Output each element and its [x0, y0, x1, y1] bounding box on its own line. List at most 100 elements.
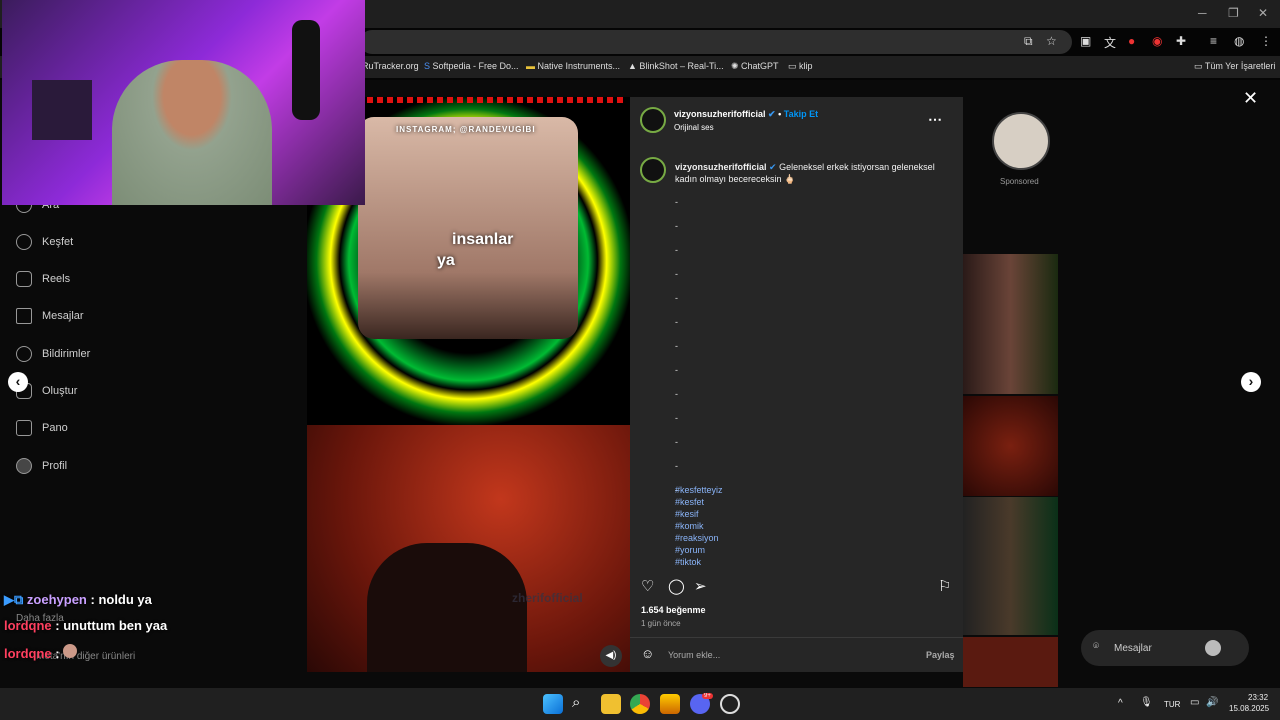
caption-username[interactable]: vizyonsuzherifofficial — [675, 162, 767, 172]
bookmark-item[interactable]: RuTracker.org — [362, 61, 419, 71]
search-icon[interactable]: ⌕ — [572, 694, 592, 714]
mute-button[interactable]: ◀) — [600, 645, 622, 667]
sidebar-item-explore[interactable]: Keşfet — [16, 234, 73, 250]
save-bookmark-icon[interactable]: ⚐ — [938, 577, 951, 595]
record-icon[interactable]: ● — [1128, 34, 1135, 48]
sidebar-item-reels[interactable]: Reels — [16, 271, 70, 287]
chevron-up-icon[interactable]: ^ — [1118, 698, 1123, 709]
video-bottom-watermark: zherifofficial — [512, 591, 583, 605]
follow-button[interactable]: Takip Et — [784, 109, 818, 119]
author-username[interactable]: vizyonsuzherifofficial ✔ • Takip Et — [674, 109, 818, 120]
caption-avatar[interactable] — [640, 157, 666, 183]
hashtag-link[interactable]: #kesfetteyiz — [675, 485, 723, 495]
hashtag-link[interactable]: #reaksiyon — [675, 533, 719, 543]
folder-icon: ▬ — [526, 61, 538, 71]
webcam-overlay — [2, 0, 365, 205]
sidebar-item-label: Reels — [42, 273, 71, 285]
address-bar[interactable] — [360, 30, 1072, 54]
install-app-icon[interactable]: ⧉ — [1024, 34, 1033, 49]
bookmark-item[interactable]: ▬ Native Instruments... — [526, 61, 620, 71]
media-control-icon[interactable]: ≡ — [1210, 34, 1217, 48]
preview-thumbnail[interactable] — [963, 637, 1058, 687]
preview-thumbnail[interactable] — [963, 497, 1058, 635]
maximize-icon[interactable]: ❐ — [1228, 6, 1239, 20]
post-time: 1 gün önce — [641, 619, 681, 628]
all-bookmarks[interactable]: ▭ Tüm Yer İşaretleri — [1194, 61, 1275, 72]
close-modal-icon[interactable]: ✕ — [1243, 88, 1258, 109]
record-stop-icon[interactable]: ◉ — [1152, 34, 1162, 48]
minimize-icon[interactable]: ─ — [1198, 6, 1207, 20]
clock-date[interactable]: 15.08.2025 — [1229, 704, 1269, 713]
mic-icon[interactable]: 🎙 — [1140, 697, 1153, 708]
bookmark-label: BlinkShot – Real-Ti... — [639, 61, 724, 71]
clock-time[interactable]: 23:32 — [1248, 693, 1268, 702]
hashtag-link[interactable]: #kesfet — [675, 497, 704, 507]
app-icon[interactable] — [720, 694, 740, 714]
chat-message: ▶⧉ zoehypen : noldu ya — [4, 592, 152, 608]
language-indicator[interactable]: TUR — [1164, 700, 1180, 709]
like-count[interactable]: 1.654 beğenme — [641, 605, 706, 615]
avatar — [1205, 640, 1221, 656]
comment-input[interactable]: Yorum ekle... — [668, 650, 720, 660]
chat-text: : noldu ya — [90, 592, 152, 607]
share-post-button[interactable]: Paylaş — [926, 650, 955, 660]
menu-dots-icon[interactable]: ⋮ — [1260, 34, 1272, 48]
comment-icon[interactable]: ◯ — [668, 577, 685, 595]
hashtag-link[interactable]: #kesif — [675, 509, 699, 519]
author-username-text: vizyonsuzherifofficial — [674, 109, 766, 119]
video-subtitle-2: ya — [437, 252, 455, 269]
app-icon[interactable] — [660, 694, 680, 714]
messages-pill[interactable]: ⌾ Mesajlar — [1081, 630, 1249, 666]
chrome-icon[interactable] — [630, 694, 650, 714]
softpedia-icon: S — [424, 61, 433, 71]
sidebar-item-profile[interactable]: Profil — [16, 458, 67, 474]
chevron-right-icon: › — [1248, 373, 1254, 389]
more-options-icon[interactable]: ⋯ — [928, 111, 942, 128]
chat-message: lordqne : — [4, 644, 78, 661]
video-watermark: INSTAGRAM; @RANDEVUGIBI — [396, 125, 536, 134]
share-send-icon[interactable]: ➢ — [694, 577, 707, 595]
sidebar-item-label: Mesajlar — [42, 310, 84, 322]
profile-avatar-icon[interactable]: ◍ — [1234, 34, 1244, 48]
bookmark-item[interactable]: ▲ BlinkShot – Real-Ti... — [628, 61, 724, 71]
extension-icon[interactable]: ▣ — [1080, 34, 1091, 48]
preview-thumbnail[interactable] — [963, 254, 1058, 394]
chat-text: : unuttum ben yaa — [55, 618, 168, 633]
hashtag-link[interactable]: #komik — [675, 521, 704, 531]
caption-dash: - — [675, 197, 678, 207]
sponsored-label: Sponsored — [1000, 177, 1039, 186]
bookmark-item[interactable]: ✺ ChatGPT — [731, 61, 779, 72]
hashtag-link[interactable]: #tiktok — [675, 557, 701, 567]
caption-dash: - — [675, 437, 678, 447]
network-icon[interactable]: ▭ — [1190, 697, 1199, 708]
emoji-icon[interactable]: ☺ — [641, 646, 654, 661]
file-explorer-icon[interactable] — [601, 694, 621, 714]
dashboard-icon — [16, 420, 32, 436]
streamer-person — [112, 60, 272, 205]
preview-thumbnail[interactable] — [963, 396, 1058, 496]
triangle-icon: ▲ — [628, 61, 640, 71]
audio-label[interactable]: Orijinal ses — [674, 123, 714, 132]
volume-icon[interactable]: 🔊 — [1206, 697, 1218, 708]
translate-icon[interactable]: 文 — [1104, 34, 1116, 51]
windows-start-icon[interactable] — [543, 694, 563, 714]
like-heart-icon[interactable]: ♡ — [641, 577, 654, 595]
prev-post-button[interactable]: ‹ — [8, 372, 28, 392]
sidebar-item-messages[interactable]: Mesajlar — [16, 308, 84, 324]
next-post-button[interactable]: › — [1241, 372, 1261, 392]
chat-username: lordqne — [4, 646, 52, 661]
bookmark-label: Tüm Yer İşaretleri — [1204, 61, 1276, 71]
sidebar-item-dashboard[interactable]: Pano — [16, 420, 68, 436]
sponsored-story-ring[interactable] — [992, 112, 1050, 170]
sidebar-item-notifications[interactable]: Bildirimler — [16, 346, 90, 362]
discord-badge: 9+ — [702, 693, 713, 699]
bookmark-item[interactable]: S Softpedia - Free Do... — [424, 61, 519, 71]
bookmark-item[interactable]: ▭ klip — [788, 61, 813, 72]
extensions-puzzle-icon[interactable]: ✚ — [1176, 34, 1186, 48]
hashtag-link[interactable]: #yorum — [675, 545, 705, 555]
close-window-icon[interactable]: ✕ — [1258, 6, 1268, 20]
sidebar-item-label: Keşfet — [42, 236, 74, 248]
bookmark-star-icon[interactable]: ☆ — [1046, 34, 1057, 48]
author-avatar[interactable] — [640, 107, 666, 133]
video-person-top — [358, 117, 578, 339]
